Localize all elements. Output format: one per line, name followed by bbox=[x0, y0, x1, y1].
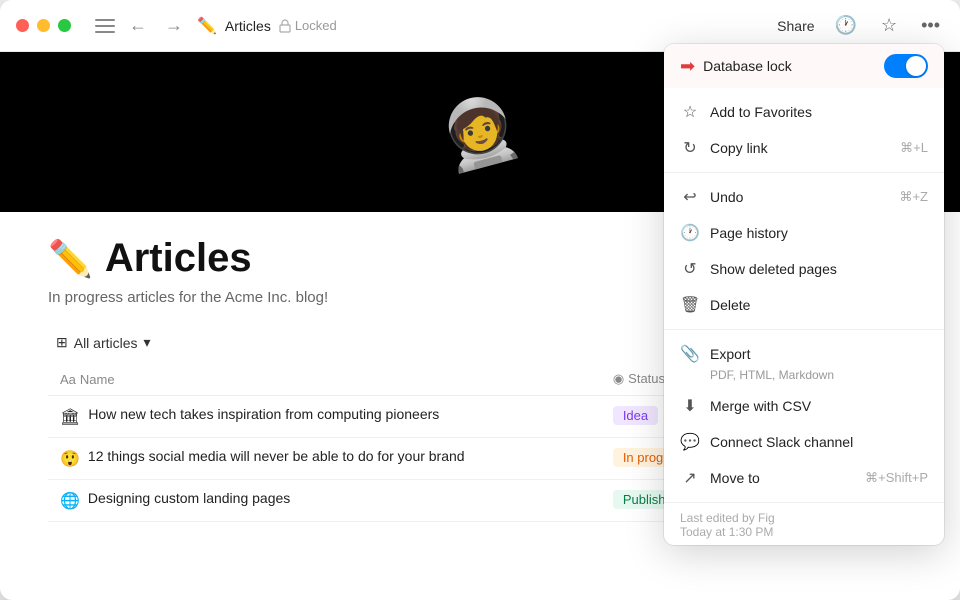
restore-icon: ↺ bbox=[680, 259, 700, 279]
menu-item-export[interactable]: 📎 Export bbox=[664, 336, 944, 372]
menu-item-show-deleted[interactable]: ↺ Show deleted pages bbox=[664, 251, 944, 287]
menu-item-move-to[interactable]: ↗ Move to ⌘+Shift+P bbox=[664, 460, 944, 496]
export-icon: 📎 bbox=[680, 344, 700, 364]
move-icon: ↗ bbox=[680, 468, 700, 488]
undo-icon: ↩ bbox=[680, 187, 700, 207]
app-window: ← → ✏️ Articles Locked Share 🕐 ☆ ••• bbox=[0, 0, 960, 600]
menu-item-delete-label: Delete bbox=[710, 297, 928, 313]
menu-item-copy-link[interactable]: ↻ Copy link ⌘+L bbox=[664, 130, 944, 166]
footer-edited-by: Last edited by Fig bbox=[680, 511, 928, 525]
menu-item-deleted-label: Show deleted pages bbox=[710, 261, 928, 277]
menu-footer: Last edited by Fig Today at 1:30 PM bbox=[664, 503, 944, 545]
copy-link-shortcut: ⌘+L bbox=[900, 140, 928, 156]
menu-item-merge-label: Merge with CSV bbox=[710, 398, 928, 414]
menu-item-add-favorites[interactable]: ☆ Add to Favorites bbox=[664, 94, 944, 130]
link-icon: ↻ bbox=[680, 138, 700, 158]
menu-item-undo[interactable]: ↩ Undo ⌘+Z bbox=[664, 179, 944, 215]
menu-item-favorites-label: Add to Favorites bbox=[710, 104, 928, 120]
history-icon: 🕐 bbox=[680, 223, 700, 243]
dropdown-menu: ➡ Database lock ☆ Add to Favorites ↻ Cop… bbox=[664, 44, 944, 545]
export-sub: PDF, HTML, Markdown bbox=[694, 368, 944, 388]
star-icon: ☆ bbox=[680, 102, 700, 122]
menu-item-undo-label: Undo bbox=[710, 189, 889, 205]
menu-item-page-history[interactable]: 🕐 Page history bbox=[664, 215, 944, 251]
menu-section-1: ☆ Add to Favorites ↻ Copy link ⌘+L bbox=[664, 88, 944, 173]
move-shortcut: ⌘+Shift+P bbox=[865, 470, 928, 486]
menu-item-copy-link-label: Copy link bbox=[710, 140, 890, 156]
db-lock-label: Database lock bbox=[703, 58, 884, 74]
menu-section-3: 📎 Export PDF, HTML, Markdown ⬇ Merge wit… bbox=[664, 330, 944, 503]
menu-item-history-label: Page history bbox=[710, 225, 928, 241]
menu-section-2: ↩ Undo ⌘+Z 🕐 Page history ↺ Show deleted… bbox=[664, 173, 944, 330]
menu-item-slack-label: Connect Slack channel bbox=[710, 434, 928, 450]
undo-shortcut: ⌘+Z bbox=[899, 189, 928, 205]
trash-icon: 🗑 bbox=[680, 295, 700, 315]
menu-item-merge-csv[interactable]: ⬇ Merge with CSV bbox=[664, 388, 944, 424]
footer-time: Today at 1:30 PM bbox=[680, 525, 928, 539]
menu-item-move-label: Move to bbox=[710, 470, 855, 486]
arrow-icon: ➡ bbox=[680, 56, 695, 77]
menu-item-slack[interactable]: 💬 Connect Slack channel bbox=[664, 424, 944, 460]
menu-item-export-label: Export bbox=[710, 346, 928, 362]
dropdown-overlay[interactable]: ➡ Database lock ☆ Add to Favorites ↻ Cop… bbox=[0, 0, 960, 600]
slack-icon: 💬 bbox=[680, 432, 700, 452]
db-lock-toggle[interactable] bbox=[884, 54, 928, 78]
db-lock-row: ➡ Database lock bbox=[664, 44, 944, 88]
menu-item-delete[interactable]: 🗑 Delete bbox=[664, 287, 944, 323]
download-icon: ⬇ bbox=[680, 396, 700, 416]
